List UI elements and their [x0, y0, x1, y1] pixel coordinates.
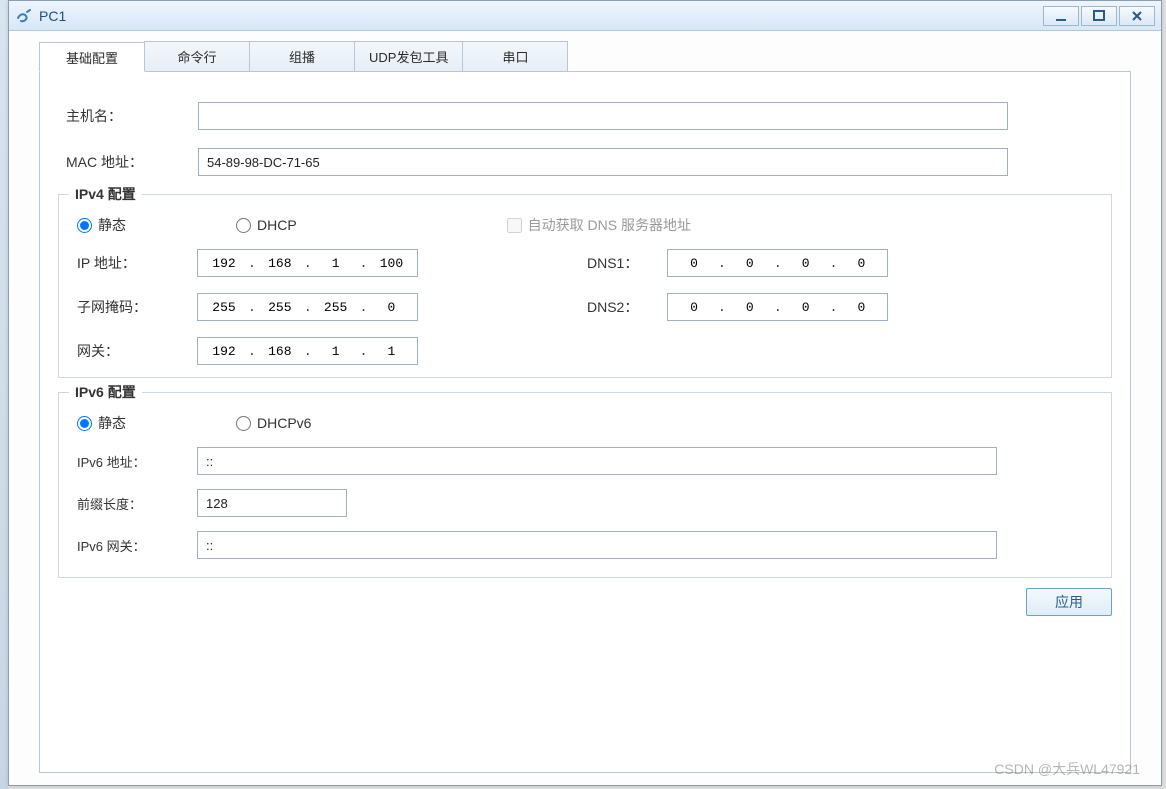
ipv6-gw-label: IPv6 网关：: [77, 536, 197, 555]
gateway-input[interactable]: . . .: [197, 337, 418, 365]
dns2-row: DNS2： . . .: [587, 293, 1097, 321]
gateway-row: 网关： . . .: [77, 337, 547, 365]
ipv4-dhcp-radio-input[interactable]: [236, 218, 251, 233]
auto-dns-checkbox-input[interactable]: [507, 218, 522, 233]
tab-command-line[interactable]: 命令行: [144, 41, 250, 71]
mac-input[interactable]: [198, 148, 1008, 176]
mask-row: 子网掩码： . . .: [77, 293, 547, 321]
gw-oct3[interactable]: [316, 344, 356, 359]
mask-oct3[interactable]: [316, 300, 356, 315]
ipv6-addr-row: IPv6 地址：: [73, 447, 1097, 475]
gw-oct1[interactable]: [204, 344, 244, 359]
tab-basic-config[interactable]: 基础配置: [39, 42, 145, 72]
background-strip: [0, 0, 8, 789]
ipv6-legend: IPv6 配置: [69, 382, 142, 402]
dns2-input[interactable]: . . .: [667, 293, 888, 321]
tab-multicast[interactable]: 组播: [249, 41, 355, 71]
dns1-oct2[interactable]: [730, 256, 770, 271]
ip-oct4[interactable]: [371, 256, 411, 271]
ipv4-legend: IPv4 配置: [69, 184, 142, 204]
radio-label: DHCP: [257, 217, 297, 233]
dns2-oct1[interactable]: [674, 300, 714, 315]
dns1-oct4[interactable]: [841, 256, 881, 271]
window-title: PC1: [39, 8, 1043, 24]
pc-config-window: PC1 基础配置 命令行 组播 UDP发包工具 串口 主机名： MAC 地址：: [8, 0, 1162, 786]
gateway-label: 网关：: [77, 341, 197, 361]
auto-dns-checkbox[interactable]: 自动获取 DNS 服务器地址: [507, 215, 691, 235]
tab-label: 串口: [502, 47, 528, 66]
ipv6-addr-input[interactable]: [197, 447, 997, 475]
ipv4-static-radio-input[interactable]: [77, 218, 92, 233]
prefix-row: 前缀长度：: [73, 489, 1097, 517]
prefix-input[interactable]: [197, 489, 347, 517]
ipv6-static-radio-input[interactable]: [77, 416, 92, 431]
dns2-oct3[interactable]: [786, 300, 826, 315]
ipv4-dhcp-radio[interactable]: DHCP: [236, 217, 297, 233]
prefix-label: 前缀长度：: [77, 494, 197, 513]
ip-oct1[interactable]: [204, 256, 244, 271]
gw-oct4[interactable]: [371, 344, 411, 359]
ipv6-gw-input[interactable]: [197, 531, 997, 559]
tab-label: 命令行: [177, 47, 216, 66]
ipv4-mode-row: 静态 DHCP 自动获取 DNS 服务器地址: [73, 215, 1097, 235]
ipv4-static-radio[interactable]: 静态: [77, 215, 126, 235]
dns1-oct3[interactable]: [786, 256, 826, 271]
mask-label: 子网掩码：: [77, 297, 197, 317]
dns2-label: DNS2：: [587, 297, 667, 317]
tab-label: 基础配置: [66, 48, 118, 67]
mask-oct4[interactable]: [371, 300, 411, 315]
hostname-row: 主机名：: [58, 102, 1112, 130]
mask-oct1[interactable]: [204, 300, 244, 315]
apply-button[interactable]: 应用: [1026, 588, 1112, 616]
dns1-input[interactable]: . . .: [667, 249, 888, 277]
ip-oct2[interactable]: [260, 256, 300, 271]
ip-address-row: IP 地址： . . .: [77, 249, 547, 277]
tabs-row: 基础配置 命令行 组播 UDP发包工具 串口: [9, 31, 1161, 71]
radio-label: 静态: [98, 215, 126, 235]
ipv6-gw-row: IPv6 网关：: [73, 531, 1097, 559]
tab-serial[interactable]: 串口: [462, 41, 568, 71]
dns1-label: DNS1：: [587, 253, 667, 273]
maximize-button[interactable]: [1081, 6, 1117, 26]
dns1-row: DNS1： . . .: [587, 249, 1097, 277]
app-icon: [15, 7, 33, 25]
tab-label: 组播: [289, 47, 315, 66]
ipv6-mode-row: 静态 DHCPv6: [73, 413, 1097, 433]
dns1-oct1[interactable]: [674, 256, 714, 271]
ipv6-fieldset: IPv6 配置 静态 DHCPv6 IPv6 地址： 前缀长度：: [58, 392, 1112, 578]
minimize-button[interactable]: [1043, 6, 1079, 26]
mask-input[interactable]: . . .: [197, 293, 418, 321]
ipv4-fieldset: IPv4 配置 静态 DHCP 自动获取 DNS 服务器地址 IP 地址：: [58, 194, 1112, 378]
apply-button-label: 应用: [1055, 594, 1083, 610]
titlebar: PC1: [9, 1, 1161, 31]
window-controls: [1043, 6, 1155, 26]
ip-oct3[interactable]: [316, 256, 356, 271]
gw-oct2[interactable]: [260, 344, 300, 359]
hostname-label: 主机名：: [58, 106, 198, 126]
ipv4-grid: IP 地址： . . . DNS1： . . .: [73, 249, 1097, 365]
radio-label: DHCPv6: [257, 415, 311, 431]
radio-label: 静态: [98, 413, 126, 433]
dns2-oct2[interactable]: [730, 300, 770, 315]
ip-address-input[interactable]: . . .: [197, 249, 418, 277]
ipv6-addr-label: IPv6 地址：: [77, 452, 197, 471]
dns2-oct4[interactable]: [841, 300, 881, 315]
basic-config-pane: 主机名： MAC 地址： IPv4 配置 静态 DHCP 自动获取 DN: [39, 71, 1131, 773]
ip-label: IP 地址：: [77, 253, 197, 273]
mask-oct2[interactable]: [260, 300, 300, 315]
ipv6-static-radio[interactable]: 静态: [77, 413, 126, 433]
ipv6-dhcpv6-radio-input[interactable]: [236, 416, 251, 431]
tab-label: UDP发包工具: [369, 47, 448, 66]
checkbox-label: 自动获取 DNS 服务器地址: [528, 215, 691, 235]
hostname-input[interactable]: [198, 102, 1008, 130]
mac-label: MAC 地址：: [58, 152, 198, 172]
ipv6-dhcpv6-radio[interactable]: DHCPv6: [236, 415, 311, 431]
footer-row: 应用: [58, 588, 1112, 616]
tab-udp-tool[interactable]: UDP发包工具: [354, 41, 463, 71]
close-button[interactable]: [1119, 6, 1155, 26]
mac-row: MAC 地址：: [58, 148, 1112, 176]
